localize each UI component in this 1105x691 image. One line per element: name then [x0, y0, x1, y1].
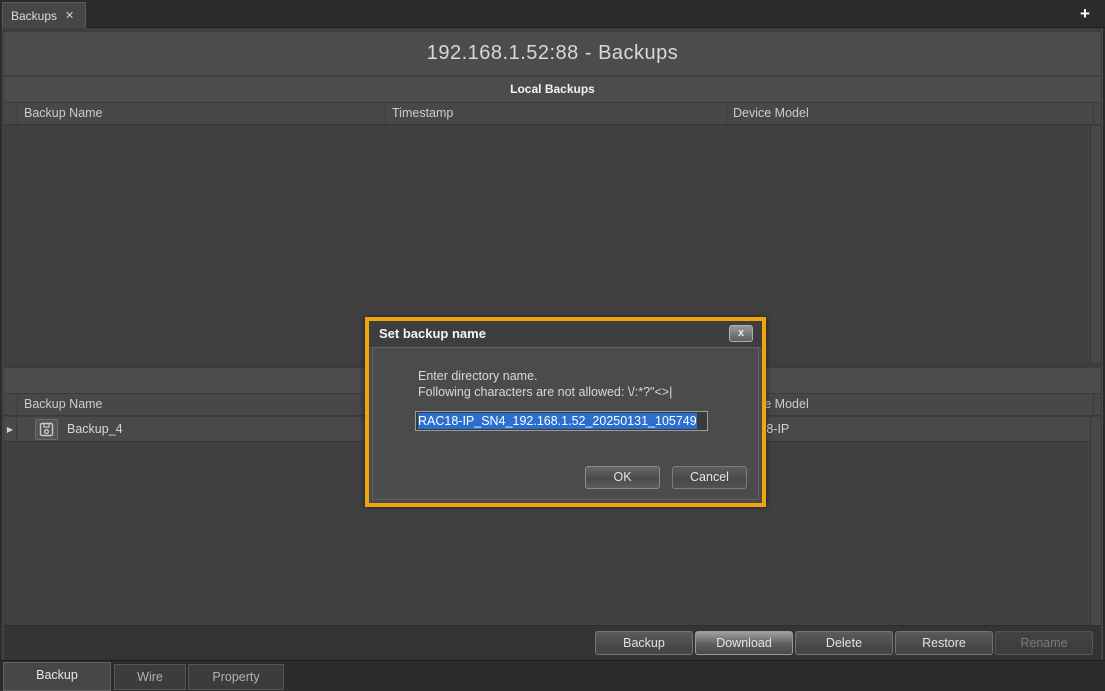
device-header-spacer	[4, 394, 17, 415]
local-table-scrollbar[interactable]	[1090, 126, 1101, 362]
row-device-model-cell: RAC18-IP	[726, 417, 1093, 441]
local-header-scroll-corner	[1093, 103, 1101, 124]
cancel-button[interactable]: Cancel	[672, 466, 747, 489]
local-backups-table-header: Backup Name Timestamp Device Model	[4, 102, 1101, 125]
download-button[interactable]: Download	[695, 631, 793, 655]
tab-close-icon[interactable]: ✕	[65, 9, 74, 22]
floppy-backup-icon	[35, 419, 58, 440]
selected-input-text: RAC18-IP_SN4_192.168.1.52_20250131_10574…	[418, 413, 697, 429]
dialog-message: Enter directory name. Following characte…	[418, 368, 672, 400]
local-header-spacer	[4, 103, 17, 124]
device-column-device-model[interactable]: Device Model	[726, 394, 1093, 415]
tab-backups-label: Backups	[11, 9, 57, 23]
backup-name-input[interactable]: RAC18-IP_SN4_192.168.1.52_20250131_10574…	[415, 411, 708, 431]
tab-backups[interactable]: Backups ✕	[2, 2, 86, 28]
local-column-device-model[interactable]: Device Model	[726, 103, 1093, 124]
view-tab-bar: Backup Manager Wire Sheet Property Sheet	[0, 660, 1105, 691]
row-backup-name-cell[interactable]: Backup_4	[17, 417, 385, 441]
backup-name-label: Backup_4	[67, 422, 123, 436]
action-button-bar: Backup Download Delete Restore Rename	[4, 625, 1101, 660]
dialog-message-line2: Following characters are not allowed: \/…	[418, 384, 672, 400]
local-column-backup-name[interactable]: Backup Name	[17, 103, 385, 124]
page-title: 192.168.1.52:88 - Backups	[4, 32, 1101, 75]
document-tab-bar: Backups ✕ +	[0, 0, 1105, 28]
tab-wire-sheet[interactable]: Wire Sheet	[114, 664, 186, 690]
tab-backup-manager[interactable]: Backup Manager	[3, 662, 111, 691]
ok-button[interactable]: OK	[585, 466, 660, 489]
add-tab-button[interactable]: +	[1074, 3, 1096, 25]
expand-arrow-icon: ▶	[7, 425, 13, 434]
delete-button[interactable]: Delete	[795, 631, 893, 655]
tab-property-sheet[interactable]: Property Sheet	[188, 664, 284, 690]
rename-button: Rename	[995, 631, 1093, 655]
row-expander-cell[interactable]: ▶	[4, 417, 17, 441]
local-backups-section-header: Local Backups	[4, 77, 1101, 102]
application-window: Backups ✕ + 192.168.1.52:88 - Backups Lo…	[0, 0, 1105, 691]
device-table-scrollbar[interactable]	[1090, 417, 1101, 625]
dialog-message-line1: Enter directory name.	[418, 368, 672, 384]
dialog-close-icon[interactable]: x	[729, 325, 753, 342]
set-backup-name-dialog: Set backup name x Enter directory name. …	[365, 317, 766, 507]
device-header-scroll-corner	[1093, 394, 1101, 415]
restore-button[interactable]: Restore	[895, 631, 993, 655]
dialog-body: Enter directory name. Following characte…	[372, 347, 759, 500]
device-column-backup-name[interactable]: Backup Name	[17, 394, 385, 415]
dialog-title[interactable]: Set backup name	[369, 321, 762, 347]
local-column-timestamp[interactable]: Timestamp	[385, 103, 726, 124]
backup-button[interactable]: Backup	[595, 631, 693, 655]
